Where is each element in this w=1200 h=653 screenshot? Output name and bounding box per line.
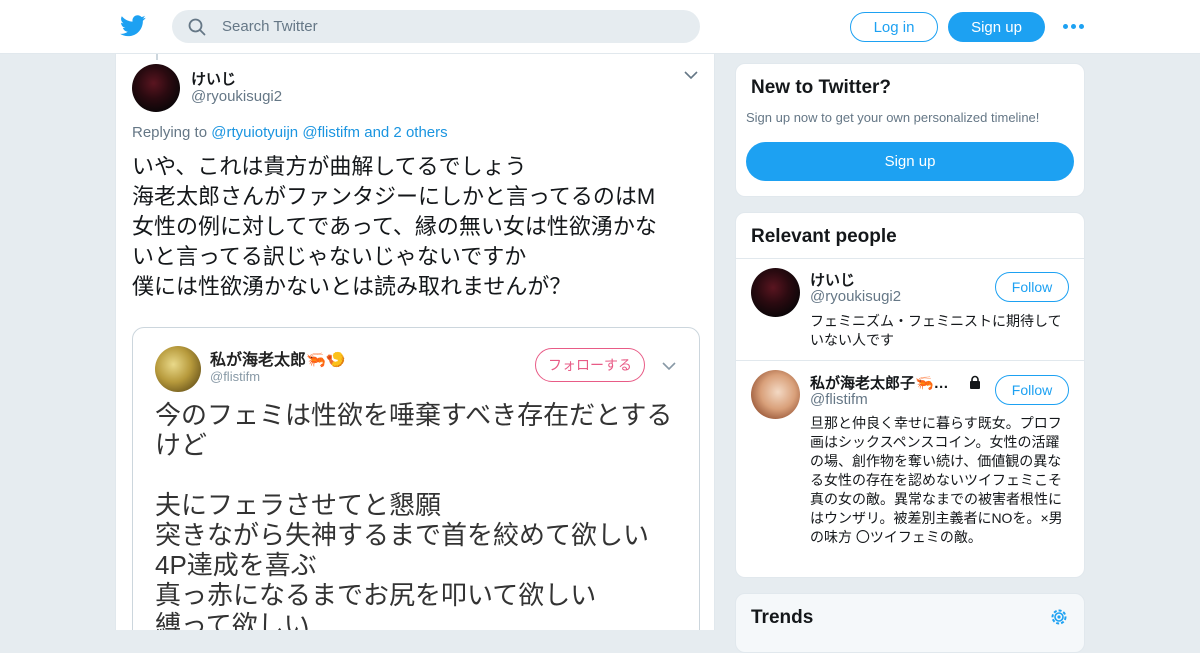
tweet-author-name[interactable]: けいじ: [191, 68, 236, 89]
quoted-tweet-image[interactable]: 私が海老太郎🦐🍤 @flistifm フォローする 今のフェミは性欲を唾棄すべき…: [132, 327, 700, 630]
quoted-author-name: 私が海老太郎🦐🍤: [210, 352, 346, 369]
quoted-line: [155, 460, 695, 490]
person-handle[interactable]: @ryoukisugi2: [810, 288, 901, 305]
tweet-line: いと言ってる訳じゃないじゃないですか: [132, 244, 527, 269]
person-handle[interactable]: @flistifm: [810, 391, 868, 408]
new-to-twitter-subtitle: Sign up now to get your own personalized…: [746, 110, 1040, 125]
quoted-line: 突きながら失神するまで首を絞めて欲しい: [155, 520, 650, 550]
person-name[interactable]: けいじ: [810, 269, 855, 290]
divider: [736, 258, 1084, 259]
trends-title: Trends: [751, 607, 814, 628]
person-name[interactable]: 私が海老太郎子🦐…: [810, 372, 949, 393]
replying-to: Replying to @rtyuiotyuijn @flistifm and …: [132, 124, 448, 141]
lock-icon: [970, 375, 980, 389]
quoted-text: 今のフェミは性欲を唾棄すべき存在だとする けど 夫にフェラさせてと懇願 突きなが…: [155, 400, 695, 630]
sidebar-signup-button[interactable]: Sign up: [746, 142, 1074, 181]
thread-line: [156, 54, 158, 60]
relevant-people-box: Relevant people けいじ @ryoukisugi2 Follow …: [735, 212, 1085, 578]
relevant-people-title: Relevant people: [751, 226, 897, 247]
twitter-bird-icon[interactable]: [120, 14, 146, 38]
replying-prefix: Replying to: [132, 124, 208, 141]
quoted-line: 真っ赤になるまでお尻を叩いて欲しい: [155, 580, 597, 610]
new-to-twitter-title: New to Twitter?: [751, 77, 892, 98]
tweet-author-handle[interactable]: @ryoukisugi2: [191, 88, 282, 105]
reply-others-link[interactable]: and 2 others: [364, 124, 447, 141]
tweet-line: 海老太郎さんがファンタジーにしかと言ってるのはM: [132, 184, 656, 209]
trends-box: Trends: [735, 593, 1085, 653]
search-input[interactable]: [222, 10, 682, 43]
chevron-down-icon[interactable]: [684, 70, 698, 80]
avatar[interactable]: [132, 64, 180, 112]
signup-button[interactable]: Sign up: [948, 12, 1045, 42]
reply-user-link[interactable]: @flistifm: [302, 124, 360, 141]
tweet-column: けいじ @ryoukisugi2 Replying to @rtyuiotyui…: [115, 54, 715, 630]
quoted-author-handle: @flistifm: [210, 369, 261, 384]
quoted-line: 今のフェミは性欲を唾棄すべき存在だとする: [155, 400, 673, 430]
login-button[interactable]: Log in: [850, 12, 938, 42]
avatar[interactable]: [751, 370, 800, 419]
quoted-line: けど: [155, 430, 208, 460]
quoted-follow-button: フォローする: [535, 348, 645, 382]
gear-icon[interactable]: [1049, 607, 1069, 627]
follow-button[interactable]: Follow: [995, 272, 1069, 302]
quoted-line: 縛って欲しい: [155, 610, 310, 630]
follow-button[interactable]: Follow: [995, 375, 1069, 405]
tweet-text: いや、これは貴方が曲解してるでしょう 海老太郎さんがファンタジーにしかと言ってる…: [132, 152, 702, 302]
top-bar: Log in Sign up: [0, 0, 1200, 54]
quoted-line: 4P達成を喜ぶ: [155, 550, 317, 580]
tweet-line: 僕には性欲湧かないとは読み取れませんが？: [132, 274, 572, 299]
tweet-line: いや、これは貴方が曲解してるでしょう: [132, 154, 527, 179]
chevron-down-icon: [662, 362, 676, 371]
reply-user-link[interactable]: @rtyuiotyuijn: [211, 124, 298, 141]
person-bio: 旦那と仲良く幸せに暮らす既女。プロフ画はシックスペンスコイン。女性の活躍の場、創…: [810, 415, 1063, 545]
search-icon: [188, 18, 206, 36]
search-box: [172, 10, 700, 43]
avatar[interactable]: [751, 268, 800, 317]
more-dots-icon[interactable]: [1063, 24, 1085, 30]
divider: [736, 360, 1084, 361]
person-bio: フェミニズム・フェミニストに期待していない人です: [810, 313, 1062, 348]
tweet-line: 女性の例に対してであって、縁の無い女は性欲湧かな: [132, 214, 657, 239]
quoted-line: 夫にフェラさせてと懇願: [155, 490, 442, 520]
new-to-twitter-box: New to Twitter? Sign up now to get your …: [735, 63, 1085, 197]
quoted-avatar: [155, 346, 201, 392]
